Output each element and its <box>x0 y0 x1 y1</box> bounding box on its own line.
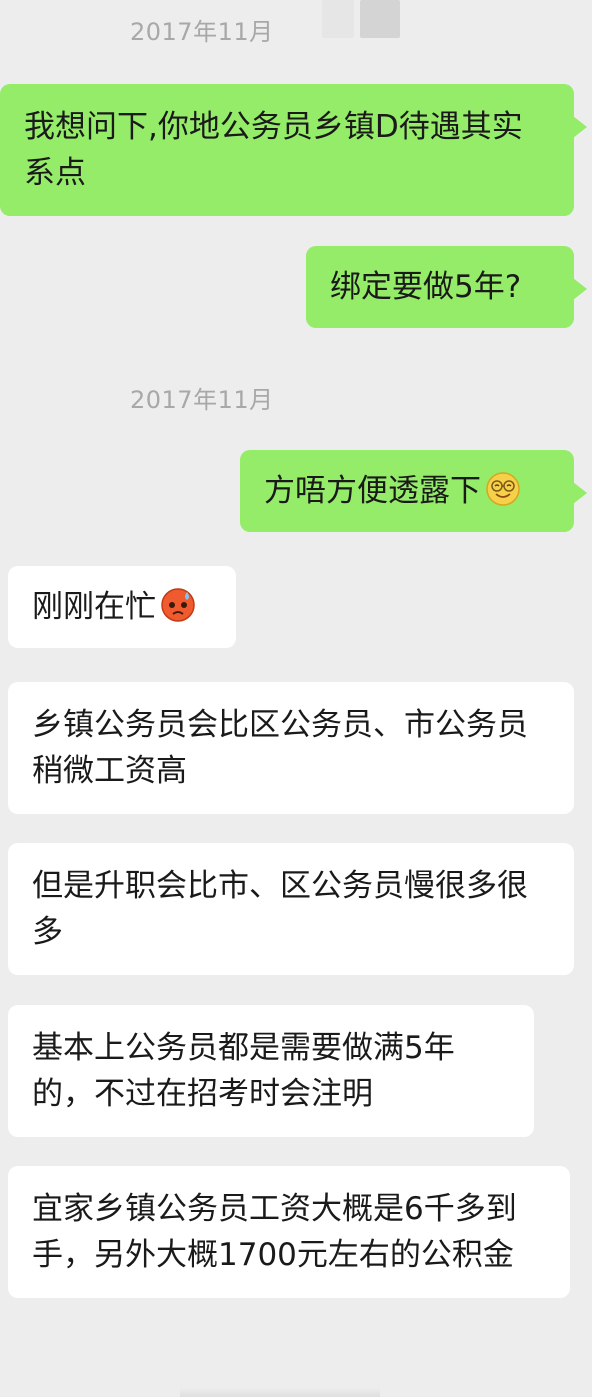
timestamp-text: 2017年11月 <box>130 18 274 46</box>
message-text: 方唔方便透露下 <box>264 473 481 509</box>
message-bubble-outgoing[interactable]: 方唔方便透露下 <box>240 450 587 532</box>
timestamp: 2017年11月 <box>130 12 274 47</box>
message-bubble-incoming[interactable]: 基本上公务员都是需要做满5年的，不过在招考时会注明 <box>8 1005 534 1137</box>
message-text: 但是升职会比市、区公务员慢很多很多 <box>32 868 528 950</box>
bubble-tail <box>573 278 587 300</box>
message-bubble-outgoing[interactable]: 绑定要做5年? <box>306 246 587 328</box>
smiling-glasses-emoji-icon <box>485 471 521 507</box>
angry-sweat-emoji-icon <box>160 587 196 623</box>
message-text: 绑定要做5年? <box>330 269 522 305</box>
bubble-tail <box>573 116 587 138</box>
message-text: 我想问下,你地公务员乡镇D待遇其实系点 <box>24 109 523 191</box>
bubble-tail <box>573 482 587 504</box>
message-text: 基本上公务员都是需要做满5年的，不过在招考时会注明 <box>32 1030 455 1112</box>
blurred-region <box>360 0 400 38</box>
cut-off-next-message <box>180 1388 380 1397</box>
message-bubble-incoming[interactable]: 乡镇公务员会比区公务员、市公务员稍微工资高 <box>8 682 574 814</box>
message-text: 乡镇公务员会比区公务员、市公务员稍微工资高 <box>32 707 528 789</box>
timestamp: 2017年11月 <box>130 380 274 415</box>
message-bubble-incoming[interactable]: 刚刚在忙 <box>8 566 236 648</box>
message-bubble-outgoing[interactable]: 我想问下,你地公务员乡镇D待遇其实系点 <box>0 84 587 216</box>
timestamp-text: 2017年11月 <box>130 386 274 414</box>
message-bubble-incoming[interactable]: 但是升职会比市、区公务员慢很多很多 <box>8 843 574 975</box>
blurred-region <box>282 12 294 42</box>
message-bubble-incoming[interactable]: 宜家乡镇公务员工资大概是6千多到手，另外大概1700元左右的公积金 <box>8 1166 570 1298</box>
blurred-region <box>322 0 354 38</box>
message-text: 刚刚在忙 <box>32 589 156 625</box>
message-text: 宜家乡镇公务员工资大概是6千多到手，另外大概1700元左右的公积金 <box>32 1191 517 1273</box>
